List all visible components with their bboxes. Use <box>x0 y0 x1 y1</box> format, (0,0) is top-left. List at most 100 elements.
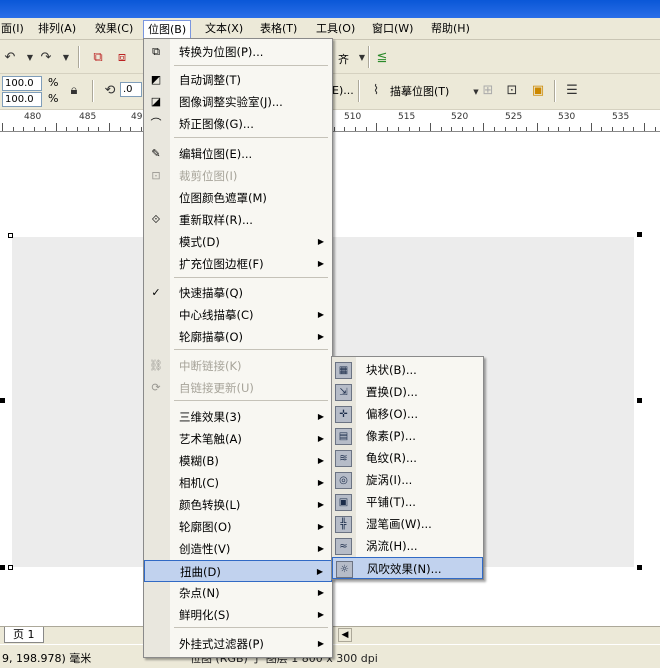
bitmap-menu-item[interactable]: ✎ 编辑位图(E)... <box>144 143 332 165</box>
bitmap-menu-item[interactable]: 扭曲(D) ▶ <box>144 560 332 582</box>
trace-bitmap-icon[interactable]: ⌇ <box>366 80 386 100</box>
ruler-tick <box>419 127 420 131</box>
ruler-tick <box>441 127 442 131</box>
distort-menu-item[interactable]: ⇲ 置换(D)... <box>332 381 483 403</box>
ruler-tick <box>66 127 67 131</box>
scale-y-field[interactable]: 100.0 <box>2 92 42 107</box>
selection-handle[interactable] <box>637 232 642 237</box>
resample-bitmap-icon[interactable]: ⊞ <box>478 80 498 100</box>
redo-dropdown-icon[interactable]: ▼ <box>56 47 76 67</box>
rotation-field[interactable]: .0 <box>120 82 142 97</box>
distort-menu-item[interactable]: ▤ 像素(P)... <box>332 425 483 447</box>
lock-ratio-icon[interactable]: 🔒︎ <box>64 80 84 100</box>
menu-bar: 面(I) 排列(A) 效果(C) 位图(B) 文本(X) 表格(T) 工具(O)… <box>0 18 660 40</box>
bitmap-menu-item[interactable]: 杂点(N) ▶ <box>144 582 332 604</box>
bitmap-menu-item[interactable]: 轮廓图(O) ▶ <box>144 516 332 538</box>
selection-handle[interactable] <box>0 398 5 403</box>
page-tab[interactable]: 页 1 <box>4 627 44 643</box>
update-link-icon: ⟳ <box>151 381 161 394</box>
menu-item-label: 矫正图像(G)... <box>179 117 254 131</box>
scale-x-field[interactable]: 100.0 <box>2 76 42 91</box>
ruler-label: 525 <box>505 112 523 122</box>
selection-handle[interactable] <box>0 565 5 570</box>
bitmap-menu-item[interactable]: 艺术笔触(A) ▶ <box>144 428 332 450</box>
undo-arrow-icon[interactable]: ↶ <box>0 47 20 67</box>
bitmap-menu-item[interactable]: ✓ 快速描摹(Q) <box>144 282 332 304</box>
submenu-arrow-icon: ▶ <box>317 522 324 531</box>
menu-table[interactable]: 表格(T) <box>256 20 301 38</box>
menu-text[interactable]: 文本(X) <box>201 20 247 38</box>
bitmap-menu-item[interactable]: 颜色转换(L) ▶ <box>144 494 332 516</box>
selection-handle[interactable] <box>637 565 642 570</box>
crop-bitmap-icon[interactable]: ⊡ <box>502 80 522 100</box>
toolbar-separator <box>358 80 360 102</box>
selection-handle[interactable] <box>8 233 13 238</box>
submenu-arrow-icon: ▶ <box>317 434 324 443</box>
menu-arrange[interactable]: 排列(A) <box>34 20 80 38</box>
menu-window[interactable]: 窗口(W) <box>368 20 417 38</box>
ruler-tick <box>655 127 656 131</box>
bitmap-menu-item[interactable]: ⟐ 重新取样(R)... <box>144 209 332 231</box>
trace-bitmap-button[interactable]: 描摹位图(T) <box>390 83 449 99</box>
submenu-arrow-icon: ▶ <box>317 478 324 487</box>
bitmap-menu-item[interactable]: ◪ 图像调整实验室(J)... <box>144 91 332 113</box>
bitmap-menu-item[interactable]: 位图颜色遮罩(M) <box>144 187 332 209</box>
bitmap-menu-item[interactable]: 三维效果(3) ▶ <box>144 406 332 428</box>
align-label[interactable]: 齐 <box>338 51 349 67</box>
bitmap-menu-item[interactable]: 模糊(B) ▶ <box>144 450 332 472</box>
bitmap-menu-item[interactable]: ◩ 自动调整(T) <box>144 69 332 91</box>
distort-menu-item[interactable]: ▦ 块状(B)... <box>332 359 483 381</box>
ruler-tick <box>23 127 24 131</box>
bitmap-menu-item[interactable]: ⌒ 矫正图像(G)... <box>144 113 332 135</box>
edit-bitmap-icon: ✎ <box>151 147 161 160</box>
menu-effects[interactable]: 效果(C) <box>91 20 137 38</box>
distort-menu-item[interactable]: ≈ 涡流(H)... <box>332 535 483 557</box>
selection-handle[interactable] <box>8 565 13 570</box>
scroll-left-icon[interactable]: ◀ <box>338 628 352 642</box>
tile-icon: ▣ <box>335 494 352 511</box>
ruler-tick <box>526 127 527 131</box>
bitmap-color-mask-icon[interactable]: ▣ <box>528 80 548 100</box>
whirlpool-icon: ≈ <box>335 538 352 555</box>
toolbar-separator <box>92 80 94 102</box>
bitmap-menu-item[interactable]: 创造性(V) ▶ <box>144 538 332 560</box>
redo-arrow-icon[interactable]: ↷ <box>36 47 56 67</box>
bitmap-menu-item[interactable]: 模式(D) ▶ <box>144 231 332 253</box>
menu-item-label: 转换为位图(P)... <box>179 45 264 59</box>
selection-handle[interactable] <box>637 398 642 403</box>
menu-item-label: 外挂式过滤器(P) <box>179 637 264 651</box>
menu-separator <box>174 137 328 138</box>
export-icon[interactable]: ⧈ <box>112 47 132 67</box>
convert-bitmap-icon: ⧉ <box>152 45 160 58</box>
menu-item-label: 图像调整实验室(J)... <box>179 95 283 109</box>
bitmap-menu-item[interactable]: ⧉ 转换为位图(P)... <box>144 41 332 63</box>
menu-tools[interactable]: 工具(O) <box>312 20 359 38</box>
distort-menu-item[interactable]: ✛ 偏移(O)... <box>332 403 483 425</box>
distort-menu-item[interactable]: ╬ 湿笔画(W)... <box>332 513 483 535</box>
bitmap-menu-item: ⟳ 自链接更新(U) <box>144 377 332 399</box>
bitmap-menu-item[interactable]: 扩充位图边框(F) ▶ <box>144 253 332 275</box>
edit-bitmap-button-label[interactable]: E)... <box>332 84 354 97</box>
distort-menu-item[interactable]: ☼ 风吹效果(N)... <box>332 557 483 579</box>
import-icon[interactable]: ⧉ <box>88 47 108 67</box>
distort-menu-item[interactable]: ▣ 平铺(T)... <box>332 491 483 513</box>
menu-layout[interactable]: 面(I) <box>0 20 28 38</box>
submenu-arrow-icon: ▶ <box>317 610 324 619</box>
bitmap-menu-item[interactable]: 中心线描摹(C) ▶ <box>144 304 332 326</box>
ripple-icon: ≋ <box>335 450 352 467</box>
options-icon[interactable]: ≦ <box>372 47 392 67</box>
wrap-text-icon[interactable]: ☰ <box>562 80 582 100</box>
bitmaps-menu: ⧉ 转换为位图(P)... ◩ 自动调整(T) ◪ 图像调整实验室(J)... ⌒ 矫正图像(… <box>143 38 333 658</box>
menu-bitmaps[interactable]: 位图(B) <box>143 20 192 38</box>
ruler-tick <box>462 127 463 131</box>
menu-item-label: 偏移(O)... <box>366 407 418 421</box>
ruler-tick <box>56 123 57 131</box>
bitmap-menu-item[interactable]: 外挂式过滤器(P) ▶ <box>144 633 332 655</box>
distort-menu-item[interactable]: ◎ 旋涡(I)... <box>332 469 483 491</box>
bitmap-menu-item[interactable]: 相机(C) ▶ <box>144 472 332 494</box>
menu-help[interactable]: 帮助(H) <box>427 20 474 38</box>
bitmap-menu-item[interactable]: 轮廓描摹(O) ▶ <box>144 326 332 348</box>
distort-menu-item[interactable]: ≋ 龟纹(R)... <box>332 447 483 469</box>
bitmap-menu-item[interactable]: 鲜明化(S) ▶ <box>144 604 332 626</box>
ruler-tick <box>558 127 559 131</box>
